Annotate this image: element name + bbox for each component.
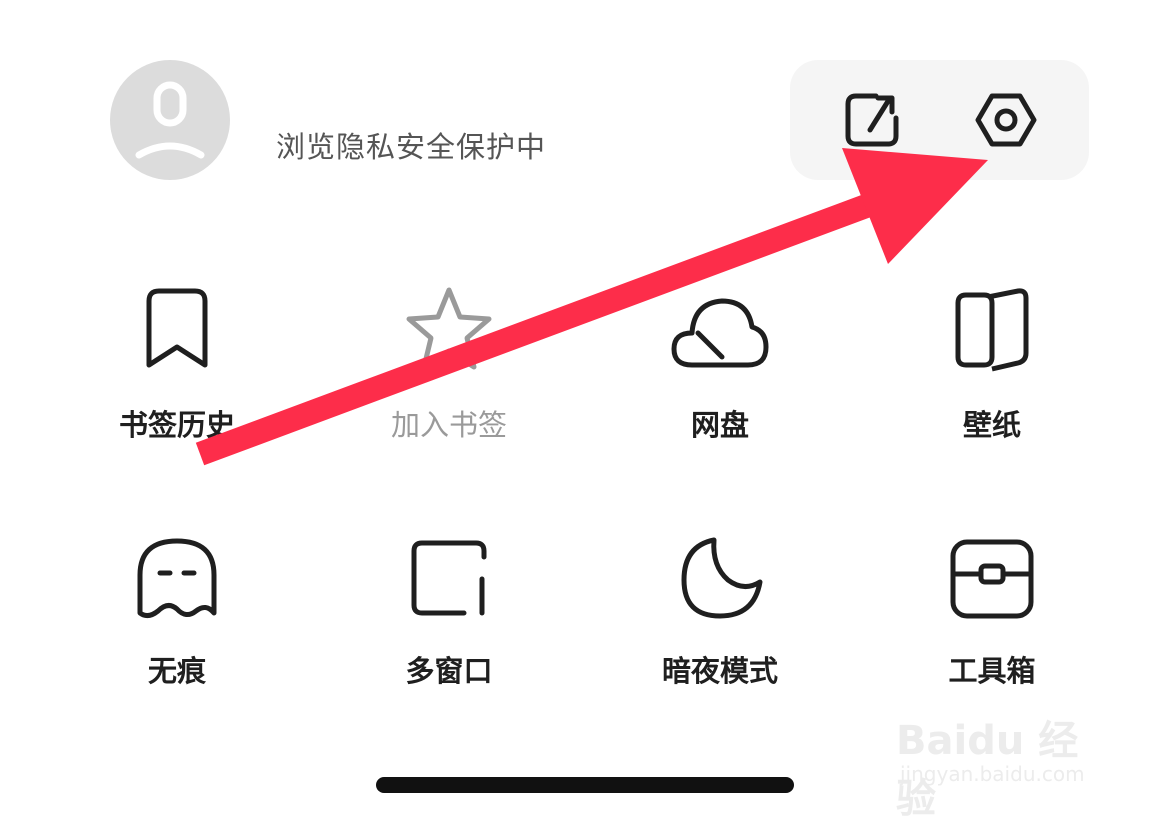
moon-icon [681, 537, 763, 619]
cloud-icon [671, 298, 769, 368]
share-button[interactable] [842, 88, 906, 152]
share-icon [845, 93, 899, 147]
toolbox-icon [950, 539, 1034, 619]
privacy-status-text: 浏览隐私安全保护中 [276, 130, 547, 164]
grid-item-cloud-drive[interactable]: 网盘 [620, 280, 820, 480]
grid-item-bookmark-history[interactable]: 书签历史 [77, 280, 277, 480]
grid-item-label: 壁纸 [962, 408, 1021, 442]
multi-window-icon [411, 540, 487, 616]
grid-item-multi-window[interactable]: 多窗口 [349, 528, 549, 728]
grid-item-label: 暗夜模式 [661, 654, 778, 688]
ghost-icon [137, 538, 217, 619]
grid-item-label: 多窗口 [405, 654, 493, 688]
avatar[interactable] [110, 60, 230, 180]
grid-item-wallpaper[interactable]: 壁纸 [892, 280, 1092, 480]
grid-item-label: 工具箱 [948, 654, 1036, 688]
wallpaper-icon [955, 288, 1029, 372]
grid-item-toolbox[interactable]: 工具箱 [892, 528, 1092, 728]
grid-item-label: 加入书签 [390, 408, 507, 442]
grid-item-dark-mode[interactable]: 暗夜模式 [620, 528, 820, 728]
star-icon [406, 287, 492, 370]
grid-item-label: 网盘 [690, 408, 749, 442]
settings-icon [975, 93, 1037, 147]
bookmark-icon [146, 288, 208, 368]
grid-item-add-bookmark[interactable]: 加入书签 [349, 280, 549, 480]
settings-button[interactable] [974, 88, 1038, 152]
user-avatar-icon [135, 81, 205, 159]
quick-actions-panel [790, 60, 1089, 180]
grid-item-incognito[interactable]: 无痕 [77, 528, 277, 728]
grid-item-label: 无痕 [147, 654, 206, 688]
home-indicator[interactable] [376, 777, 794, 793]
watermark-url: jingyan.baidu.com [900, 762, 1085, 786]
grid-item-label: 书签历史 [118, 408, 235, 442]
